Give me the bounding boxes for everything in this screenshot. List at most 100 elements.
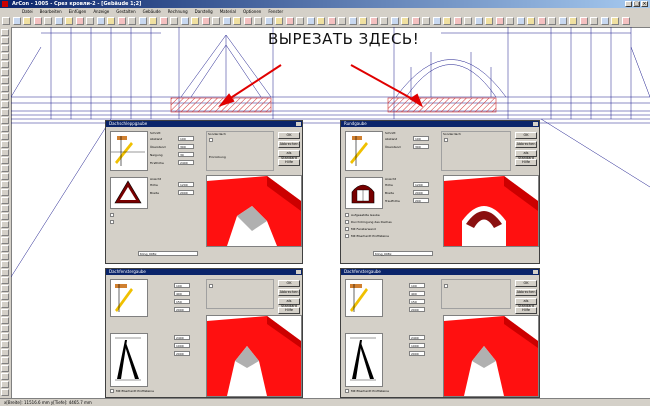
- sidebar-tool-button[interactable]: [1, 237, 9, 244]
- sidebar-tool-button[interactable]: [1, 277, 9, 284]
- hoehe-field[interactable]: 1200: [413, 182, 429, 187]
- toolbar-button[interactable]: [233, 17, 241, 25]
- sidebar-tool-button[interactable]: [1, 37, 9, 44]
- sidebar-tool-button[interactable]: [1, 69, 9, 76]
- sidebar-tool-button[interactable]: [1, 349, 9, 356]
- toolbar-button[interactable]: [54, 17, 63, 25]
- option-radio[interactable]: [345, 213, 349, 217]
- menu-item[interactable]: Darstellg: [195, 8, 213, 15]
- abstand-field[interactable]: 100: [413, 136, 429, 141]
- toolbar-button[interactable]: [275, 17, 283, 25]
- default-button[interactable]: als Standard: [278, 298, 300, 308]
- abstand-field[interactable]: 100: [178, 136, 194, 141]
- hoehe-field[interactable]: 1000: [409, 343, 425, 348]
- sidebar-tool-button[interactable]: [1, 381, 9, 388]
- toolbar-button[interactable]: [506, 17, 514, 25]
- toolbar-button[interactable]: [474, 17, 483, 25]
- sidebar-tool-button[interactable]: [1, 181, 9, 188]
- ok-button[interactable]: OK: [278, 132, 300, 139]
- toolbar-button[interactable]: [453, 17, 462, 25]
- sidebar-tool-button[interactable]: [1, 141, 9, 148]
- toolbar-button[interactable]: [527, 17, 535, 25]
- toolbar-button[interactable]: [149, 17, 157, 25]
- toolbar-button[interactable]: [222, 17, 231, 25]
- option-checkbox[interactable]: [110, 213, 114, 217]
- default-button[interactable]: als Standard: [515, 150, 537, 160]
- toolbar-button[interactable]: [180, 17, 189, 25]
- toolbar-button[interactable]: [579, 17, 588, 25]
- toolbar-button[interactable]: [422, 17, 430, 25]
- firsthoehe-field[interactable]: 2400: [178, 160, 194, 165]
- toolbar-button[interactable]: [23, 17, 31, 25]
- sidebar-tool-button[interactable]: [1, 245, 9, 252]
- option-checkbox[interactable]: [345, 389, 349, 393]
- material-select[interactable]: tiling_008x: [138, 251, 198, 256]
- dialog-close-button[interactable]: [296, 270, 301, 274]
- toolbar-button[interactable]: [212, 17, 220, 25]
- menu-item[interactable]: Gestalten: [116, 8, 135, 15]
- toolbar-button[interactable]: [380, 17, 388, 25]
- dialog-close-button[interactable]: [296, 122, 301, 126]
- menu-item[interactable]: Datei: [22, 8, 33, 15]
- sidebar-tool-button[interactable]: [1, 221, 9, 228]
- toolbar-button[interactable]: [569, 17, 577, 25]
- sidebar-tool-button[interactable]: [1, 45, 9, 52]
- ueberstand-field[interactable]: 300: [413, 144, 429, 149]
- toolbar-button[interactable]: [201, 17, 210, 25]
- menu-item[interactable]: Einfügen: [69, 8, 87, 15]
- toolbar-button[interactable]: [590, 17, 598, 25]
- sidebar-tool-button[interactable]: [1, 117, 9, 124]
- menu-item[interactable]: Bearbeiten: [40, 8, 62, 15]
- toolbar-button[interactable]: [369, 17, 378, 25]
- firsthoehe-field[interactable]: 2000: [409, 307, 425, 312]
- toolbar-button[interactable]: [96, 17, 105, 25]
- sidebar-tool-button[interactable]: [1, 389, 9, 396]
- option-checkbox[interactable]: [110, 389, 114, 393]
- sidebar-tool-button[interactable]: [1, 197, 9, 204]
- menu-item[interactable]: Material: [220, 8, 236, 15]
- toolbar-button[interactable]: [243, 17, 252, 25]
- sonderdach-checkbox[interactable]: [444, 138, 448, 142]
- sidebar-tool-button[interactable]: [1, 341, 9, 348]
- ueberstand-field[interactable]: 2000: [174, 351, 190, 356]
- toolbar-button[interactable]: [464, 17, 472, 25]
- close-button[interactable]: ×: [641, 1, 648, 7]
- toolbar-button[interactable]: [65, 17, 73, 25]
- cancel-button[interactable]: Abbrechen: [515, 141, 537, 148]
- hoehe-field[interactable]: 1200: [178, 182, 194, 187]
- toolbar-button[interactable]: [548, 17, 556, 25]
- menu-item[interactable]: Anzeige: [93, 8, 109, 15]
- toolbar-button[interactable]: [516, 17, 525, 25]
- sidebar-tool-button[interactable]: [1, 333, 9, 340]
- sidebar-tool-button[interactable]: [1, 253, 9, 260]
- toolbar-button[interactable]: [306, 17, 315, 25]
- sidebar-tool-button[interactable]: [1, 109, 9, 116]
- toolbar-button[interactable]: [2, 17, 10, 25]
- material-select[interactable]: tiling_008x: [373, 251, 433, 256]
- ueberstand-field[interactable]: 300: [178, 144, 194, 149]
- sidebar-tool-button[interactable]: [1, 53, 9, 60]
- traufhoehe-field[interactable]: 400: [174, 291, 190, 296]
- toolbar-button[interactable]: [117, 17, 126, 25]
- option-radio[interactable]: [345, 220, 349, 224]
- menu-item[interactable]: Rechnung: [168, 8, 188, 15]
- sidebar-tool-button[interactable]: [1, 309, 9, 316]
- toolbar-button[interactable]: [411, 17, 420, 25]
- abstand-field[interactable]: 100: [409, 283, 425, 288]
- toolbar-button[interactable]: [600, 17, 609, 25]
- sidebar-tool-button[interactable]: [1, 373, 9, 380]
- traufhoehe-field[interactable]: 200: [413, 198, 429, 203]
- neigung-field[interactable]: 30: [178, 152, 194, 157]
- toolbar-button[interactable]: [170, 17, 178, 25]
- toolbar-button[interactable]: [537, 17, 546, 25]
- sidebar-tool-button[interactable]: [1, 189, 9, 196]
- sidebar-tool-button[interactable]: [1, 213, 9, 220]
- default-button[interactable]: als Standard: [278, 150, 300, 160]
- toolbar-button[interactable]: [485, 17, 493, 25]
- menu-item[interactable]: Gebäude: [143, 8, 161, 15]
- toolbar-button[interactable]: [264, 17, 273, 25]
- abstand-field[interactable]: 100: [174, 283, 190, 288]
- toolbar-button[interactable]: [621, 17, 630, 25]
- toolbar-button[interactable]: [359, 17, 367, 25]
- toolbar-button[interactable]: [138, 17, 147, 25]
